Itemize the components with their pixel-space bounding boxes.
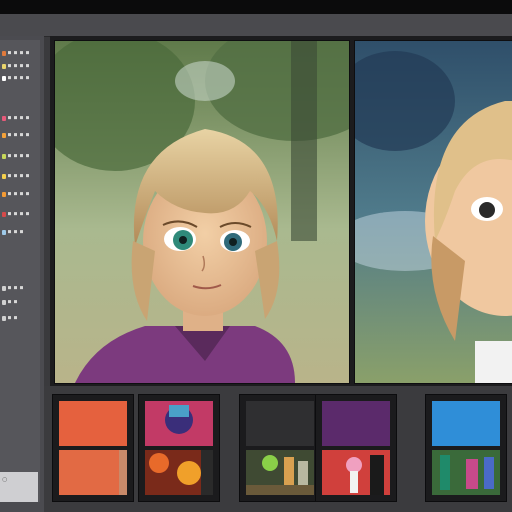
- blue-scene-icon: [426, 395, 506, 501]
- secondary-image[interactable]: [354, 40, 512, 384]
- swatch-orange-icon: [53, 395, 133, 501]
- menu-bullet-icon: [2, 63, 6, 69]
- sidebar-item-7[interactable]: ■ ■ ■ ■: [2, 172, 38, 180]
- sidebar-item-label: ■ ■ ■ ■: [8, 153, 30, 159]
- sidebar: ■ ■ ■ ■ ■ ■ ■ ■ ■ ■ ■ ■ ■ ■ ■ ■ ■ ■ ■ ■ …: [0, 36, 44, 512]
- menu-bullet-icon: [2, 153, 6, 159]
- menu-bullet-icon: [2, 115, 6, 121]
- thumbnail-5[interactable]: [425, 394, 507, 502]
- toolbar: [0, 14, 512, 37]
- image-viewer: [50, 36, 512, 386]
- sidebar-item-6[interactable]: ■ ■ ■ ■: [2, 152, 38, 160]
- sidebar-item-label: ■ ■ ■: [8, 285, 24, 291]
- thumbnail-1[interactable]: [52, 394, 134, 502]
- menu-bullet-icon: [2, 75, 6, 81]
- street-scene-icon: [240, 395, 320, 501]
- sidebar-item-label: ■ ■ ■ ■: [8, 75, 30, 81]
- sidebar-footer-label: ○: [2, 476, 8, 483]
- sidebar-item-label: ■ ■ ■ ■: [8, 115, 30, 121]
- sidebar-item-label: ■ ■ ■ ■: [8, 132, 30, 138]
- menu-bullet-icon: [2, 315, 6, 321]
- purple-scene-icon: [316, 395, 396, 501]
- sidebar-item-8[interactable]: ■ ■ ■ ■: [2, 190, 38, 198]
- sidebar-item-label: ■ ■ ■ ■: [8, 63, 30, 69]
- thumbnail-2[interactable]: [138, 394, 220, 502]
- sidebar-item-12[interactable]: ■ ■: [2, 298, 38, 306]
- sidebar-item-11[interactable]: ■ ■ ■: [2, 284, 38, 292]
- sidebar-item-13[interactable]: ■ ■: [2, 314, 38, 322]
- sidebar-item-label: ■ ■: [8, 315, 18, 321]
- menu-bullet-icon: [2, 132, 6, 138]
- sidebar-item-label: ■ ■ ■ ■: [8, 191, 30, 197]
- main-image[interactable]: [54, 40, 350, 384]
- title-bar: [0, 0, 512, 14]
- sidebar-item-label: ■ ■ ■ ■: [8, 173, 30, 179]
- portrait-image-icon: [55, 41, 349, 383]
- thumbnail-3[interactable]: [239, 394, 321, 502]
- thumbnail-4[interactable]: [315, 394, 397, 502]
- sidebar-item-9[interactable]: ■ ■ ■ ■: [2, 210, 38, 218]
- sidebar-item-3[interactable]: ■ ■ ■ ■: [2, 74, 38, 82]
- sidebar-menu: ■ ■ ■ ■ ■ ■ ■ ■ ■ ■ ■ ■ ■ ■ ■ ■ ■ ■ ■ ■ …: [0, 40, 40, 502]
- sidebar-item-2[interactable]: ■ ■ ■ ■: [2, 62, 38, 70]
- sidebar-item-label: ■ ■: [8, 299, 18, 305]
- sidebar-item-label: ■ ■ ■: [8, 229, 24, 235]
- sidebar-item-5[interactable]: ■ ■ ■ ■: [2, 131, 38, 139]
- menu-bullet-icon: [2, 50, 6, 56]
- menu-bullet-icon: [2, 285, 6, 291]
- sidebar-item-label: ■ ■ ■ ■: [8, 50, 30, 56]
- sidebar-item-4[interactable]: ■ ■ ■ ■: [2, 114, 38, 122]
- sidebar-item-label: ■ ■ ■ ■: [8, 211, 30, 217]
- sidebar-item-1[interactable]: ■ ■ ■ ■: [2, 49, 38, 57]
- menu-bullet-icon: [2, 299, 6, 305]
- menu-bullet-icon: [2, 173, 6, 179]
- abstract-art-icon: [139, 395, 219, 501]
- portrait-image-icon: [355, 41, 512, 383]
- thumbnail-strip: [44, 386, 512, 512]
- menu-bullet-icon: [2, 211, 6, 217]
- menu-bullet-icon: [2, 191, 6, 197]
- sidebar-footer-button[interactable]: ○: [0, 472, 38, 502]
- menu-bullet-icon: [2, 229, 6, 235]
- sidebar-item-10[interactable]: ■ ■ ■: [2, 228, 38, 236]
